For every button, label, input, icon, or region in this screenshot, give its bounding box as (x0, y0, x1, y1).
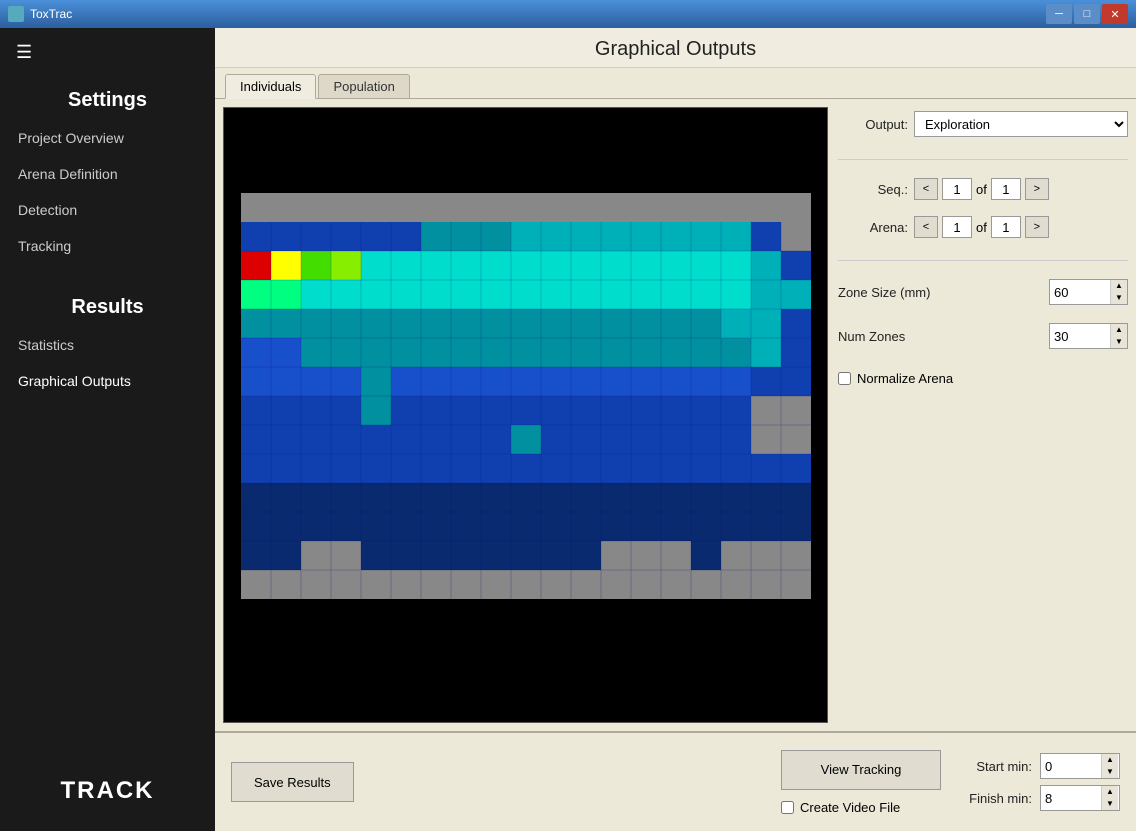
normalize-arena-label: Normalize Arena (857, 371, 953, 386)
seq-prev-button[interactable]: < (914, 178, 938, 200)
num-zones-row: Num Zones ▲ ▼ (838, 323, 1128, 349)
sidebar: ☰ Settings Project Overview Arena Defini… (0, 28, 215, 831)
arena-nav: < 1 of 1 > (914, 216, 1049, 238)
seq-current: 1 (942, 178, 972, 200)
seq-next-button[interactable]: > (1025, 178, 1049, 200)
seq-control-row: Seq.: < 1 of 1 > (838, 178, 1128, 200)
minimize-button[interactable]: ─ (1046, 4, 1072, 24)
heatmap-svg (241, 193, 811, 638)
num-zones-up-button[interactable]: ▲ (1111, 324, 1127, 336)
output-select[interactable]: Exploration (914, 111, 1128, 137)
arena-current: 1 (942, 216, 972, 238)
right-panel: Output: Exploration Seq.: < 1 of (838, 107, 1128, 723)
arena-total: 1 (991, 216, 1021, 238)
top-panel: Graphical Outputs Individuals Population (215, 28, 1136, 731)
start-min-input-wrap: ▲ ▼ (1040, 753, 1120, 779)
hamburger-menu[interactable]: ☰ (0, 28, 215, 77)
start-min-row: Start min: ▲ ▼ (957, 753, 1120, 779)
visualization-container (223, 107, 828, 723)
zone-size-input-wrap: ▲ ▼ (1049, 279, 1128, 305)
content-area: Graphical Outputs Individuals Population (215, 28, 1136, 831)
num-zones-spin-btns: ▲ ▼ (1110, 324, 1127, 348)
seq-total: 1 (991, 178, 1021, 200)
bottom-panel: Save Results View Tracking Create Video … (215, 731, 1136, 831)
view-tracking-section: View Tracking Create Video File (781, 750, 941, 815)
arena-label: Arena: (838, 220, 908, 235)
sidebar-item-statistics[interactable]: Statistics (0, 327, 215, 363)
finish-min-label: Finish min: (957, 791, 1032, 806)
finish-min-up-button[interactable]: ▲ (1102, 786, 1118, 798)
zone-size-label: Zone Size (mm) (838, 285, 1043, 300)
tab-population[interactable]: Population (318, 74, 409, 98)
start-min-spin-btns: ▲ ▼ (1101, 754, 1118, 778)
track-button[interactable]: TRACK (0, 761, 215, 821)
start-min-input[interactable] (1041, 754, 1101, 778)
zone-size-down-button[interactable]: ▼ (1111, 292, 1127, 304)
num-zones-input-wrap: ▲ ▼ (1049, 323, 1128, 349)
start-min-down-button[interactable]: ▼ (1102, 766, 1118, 778)
sidebar-item-arena-definition[interactable]: Arena Definition (0, 156, 215, 192)
arena-control-row: Arena: < 1 of 1 > (838, 216, 1128, 238)
start-min-up-button[interactable]: ▲ (1102, 754, 1118, 766)
tab-individuals[interactable]: Individuals (225, 74, 316, 99)
close-button[interactable]: ✕ (1102, 4, 1128, 24)
seq-label: Seq.: (838, 182, 908, 197)
normalize-arena-checkbox[interactable] (838, 372, 851, 385)
zone-size-row: Zone Size (mm) ▲ ▼ (838, 279, 1128, 305)
time-range-section: Start min: ▲ ▼ Finish min: ▲ (957, 753, 1120, 811)
page-title: Graphical Outputs (215, 28, 1136, 68)
normalize-arena-row: Normalize Arena (838, 371, 1128, 386)
seq-of-label: of (976, 182, 987, 197)
app-title: ToxTrac (30, 7, 1046, 21)
title-bar: ToxTrac ─ □ ✕ (0, 0, 1136, 28)
zone-size-up-button[interactable]: ▲ (1111, 280, 1127, 292)
num-zones-label: Num Zones (838, 329, 1043, 344)
num-zones-input[interactable] (1050, 324, 1110, 348)
settings-section-title: Settings (0, 77, 215, 120)
finish-min-row: Finish min: ▲ ▼ (957, 785, 1120, 811)
create-video-label: Create Video File (800, 800, 900, 815)
results-section-title: Results (0, 284, 215, 327)
tabs-row: Individuals Population (215, 68, 1136, 99)
seq-nav: < 1 of 1 > (914, 178, 1049, 200)
create-video-row: Create Video File (781, 800, 900, 815)
sidebar-item-project-overview[interactable]: Project Overview (0, 120, 215, 156)
finish-min-down-button[interactable]: ▼ (1102, 798, 1118, 810)
finish-min-spin-btns: ▲ ▼ (1101, 786, 1118, 810)
maximize-button[interactable]: □ (1074, 4, 1100, 24)
finish-min-input[interactable] (1041, 786, 1101, 810)
output-control-row: Output: Exploration (838, 111, 1128, 137)
window-controls: ─ □ ✕ (1046, 4, 1128, 24)
num-zones-down-button[interactable]: ▼ (1111, 336, 1127, 348)
main-row: Output: Exploration Seq.: < 1 of (215, 99, 1136, 731)
sidebar-item-tracking[interactable]: Tracking (0, 228, 215, 264)
view-tracking-button[interactable]: View Tracking (781, 750, 941, 790)
zone-size-input[interactable] (1050, 280, 1110, 304)
zone-size-spin-btns: ▲ ▼ (1110, 280, 1127, 304)
output-label: Output: (838, 117, 908, 132)
start-min-label: Start min: (957, 759, 1032, 774)
app-icon (8, 6, 24, 22)
arena-of-label: of (976, 220, 987, 235)
arena-prev-button[interactable]: < (914, 216, 938, 238)
save-results-button[interactable]: Save Results (231, 762, 354, 802)
create-video-checkbox[interactable] (781, 801, 794, 814)
arena-next-button[interactable]: > (1025, 216, 1049, 238)
sidebar-item-graphical-outputs[interactable]: Graphical Outputs (0, 363, 215, 399)
finish-min-input-wrap: ▲ ▼ (1040, 785, 1120, 811)
sidebar-item-detection[interactable]: Detection (0, 192, 215, 228)
